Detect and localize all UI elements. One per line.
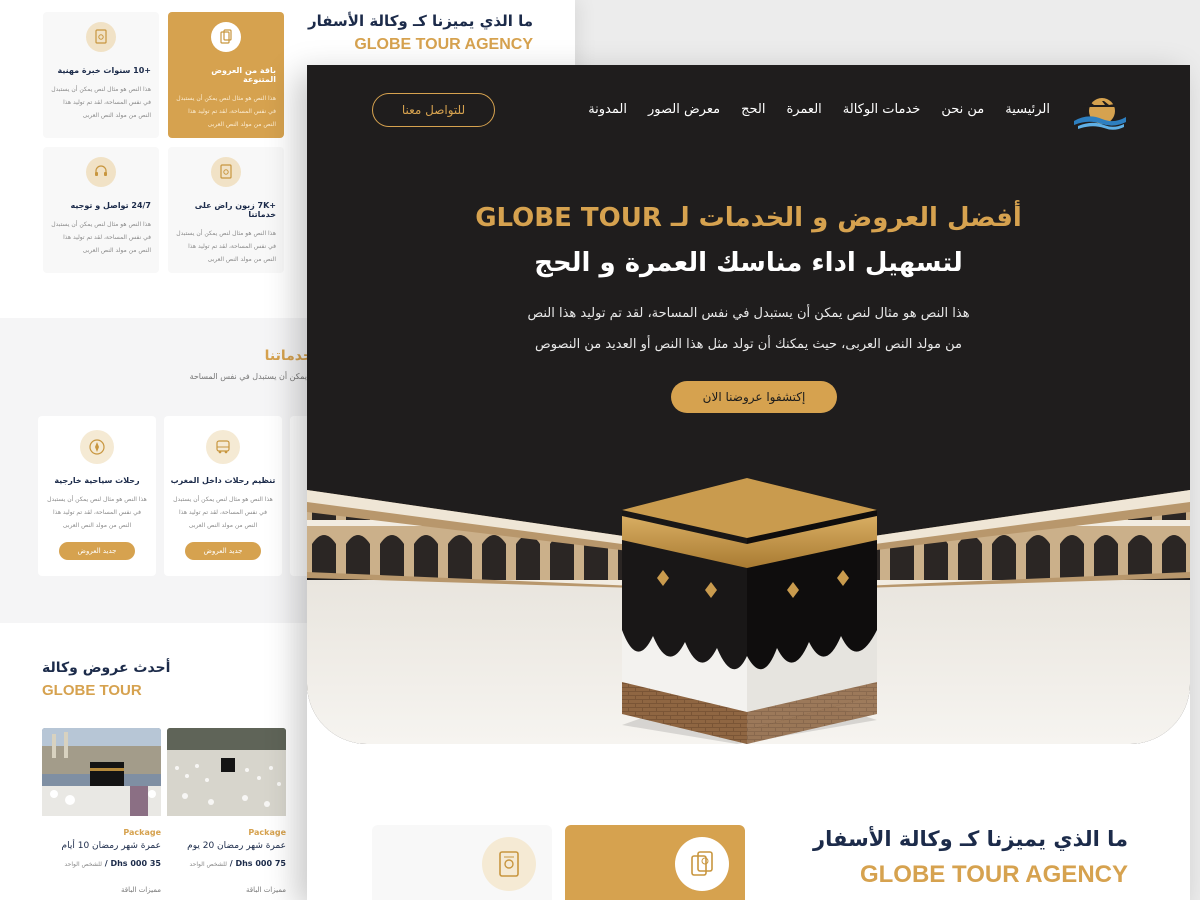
certificate-icon (86, 22, 116, 52)
main-nav: الرئيسية من نحن خدمات الوكالة العمرة الح… (588, 102, 1050, 117)
services-subtitle: يمكن أن يستبدل في نفس المساحة (189, 372, 307, 381)
compass-icon (80, 430, 114, 464)
feature-card: باقة من العروض المتنوعة هذا النص هو مثال… (168, 12, 284, 138)
feature-desc: هذا النص هو مثال لنص يمكن أن يستبدل في ن… (51, 221, 151, 254)
feature-title: +7K زبون راض على خدماتنا (194, 201, 276, 219)
nav-item-home[interactable]: الرئيسية (1005, 102, 1050, 117)
package-price-value: 75 000 Dhs / (229, 859, 286, 868)
why-brand-front: GLOBE TOUR AGENCY (859, 861, 1128, 888)
front-page-preview: الرئيسية من نحن خدمات الوكالة العمرة الح… (307, 65, 1190, 900)
service-title: تنظيم رحلات داخل المغرب (170, 476, 276, 485)
package-title: عمرة شهر رمضان 10 أيام (61, 841, 161, 851)
contact-button[interactable]: للتواصل معنا (372, 93, 495, 127)
travel-docs-icon (211, 22, 241, 52)
feature-desc: هذا النص هو مثال لنص يمكن أن يستبدل في ن… (176, 230, 276, 263)
why-brand: GLOBE TOUR AGENCY (354, 36, 533, 53)
package-card[interactable]: Package عمرة شهر رمضان 20 يوم 75 000 Dhs… (167, 728, 286, 900)
package-title: عمرة شهر رمضان 20 يوم (187, 841, 286, 851)
feature-title: +10 سنوات خبرة مهنية (57, 66, 151, 75)
package-tag: Package (123, 828, 161, 837)
package-photo-crowd (167, 728, 286, 816)
globe-tour-logo[interactable] (1068, 93, 1128, 133)
hero-title-line2: لتسهيل اداء مناسك العمرة و الحج (534, 248, 963, 278)
latest-brand: GLOBE TOUR (42, 682, 142, 699)
service-card: تنظيم رحلات داخل المغرب هذا النص هو مثال… (164, 416, 282, 576)
package-features-label: مميزات الباقة (121, 886, 161, 894)
bus-icon (206, 430, 240, 464)
hero-title-line1: أفضل العروض و الخدمات لـ GLOBE TOUR (475, 203, 1022, 233)
package-tag: Package (248, 828, 286, 837)
support-headset-icon (86, 157, 116, 187)
nav-item-services[interactable]: خدمات الوكالة (843, 102, 921, 117)
package-price: 35 000 Dhs / للشخص الواحد (42, 859, 161, 868)
feature-card: +7K زبون راض على خدماتنا هذا النص هو مثا… (168, 147, 284, 273)
package-price-value: 35 000 Dhs / (104, 859, 161, 868)
service-desc: هذا النص هو مثال لنص يمكن أن يستبدل في ن… (47, 496, 147, 529)
feature-card-preview-highlight (565, 825, 745, 900)
nav-item-gallery[interactable]: معرض الصور (648, 102, 720, 117)
why-heading: ما الذي يميزنا كـ وكالة الأسفار GLOBE TO… (308, 12, 533, 54)
feature-card: +10 سنوات خبرة مهنية هذا النص هو مثال لن… (43, 12, 159, 138)
certificate-icon (482, 837, 536, 891)
package-photo-kaaba (42, 728, 161, 816)
service-offers-button[interactable]: جديد العروض (59, 542, 135, 560)
hero-section: الرئيسية من نحن خدمات الوكالة العمرة الح… (307, 65, 1190, 744)
why-title-front: ما الذي يميزنا كـ وكالة الأسفار (812, 827, 1128, 851)
why-heading-front: ما الذي يميزنا كـ وكالة الأسفار GLOBE TO… (813, 827, 1128, 889)
nav-item-umrah[interactable]: العمرة (786, 102, 821, 117)
certificate-icon (211, 157, 241, 187)
latest-title: أحدث عروض وكالة (42, 660, 171, 676)
service-card: رحلات سياحية خارجية هذا النص هو مثال لنص… (38, 416, 156, 576)
hero-description-line2: من مولد النص العربى، حيث يمكنك أن تولد م… (535, 337, 962, 352)
package-features-label: مميزات الباقة (246, 886, 286, 894)
nav-item-about[interactable]: من نحن (941, 102, 984, 117)
package-price-note: للشخص الواحد (64, 861, 102, 868)
latest-heading: أحدث عروض وكالة GLOBE TOUR (42, 660, 182, 699)
discover-offers-button[interactable]: إكتشفوا عروضنا الان (671, 381, 837, 413)
package-card[interactable]: Package عمرة شهر رمضان 10 أيام 35 000 Dh… (42, 728, 161, 900)
travel-docs-icon (675, 837, 729, 891)
feature-title: باقة من العروض المتنوعة (211, 66, 276, 84)
feature-card-preview (372, 825, 552, 900)
feature-title: 24/7 تواصل و توجيه (70, 201, 152, 210)
kaaba-illustration (307, 478, 1190, 744)
hero-description-line1: هذا النص هو مثال لنص يمكن أن يستبدل في ن… (527, 306, 970, 321)
service-offers-button[interactable]: جديد العروض (185, 542, 261, 560)
services-title: خدماتنا (264, 348, 313, 364)
feature-card: 24/7 تواصل و توجيه هذا النص هو مثال لنص … (43, 147, 159, 273)
feature-desc: هذا النص هو مثال لنص يمكن أن يستبدل في ن… (176, 95, 276, 128)
service-desc: هذا النص هو مثال لنص يمكن أن يستبدل في ن… (173, 496, 273, 529)
service-title: رحلات سياحية خارجية (54, 476, 140, 485)
package-price-note: للشخص الواحد (189, 861, 227, 868)
why-title: ما الذي يميزنا كـ وكالة الأسفار (307, 12, 533, 30)
package-price: 75 000 Dhs / للشخص الواحد (167, 859, 286, 868)
feature-desc: هذا النص هو مثال لنص يمكن أن يستبدل في ن… (51, 86, 151, 119)
nav-item-hajj[interactable]: الحج (741, 102, 765, 117)
nav-item-blog[interactable]: المدونة (588, 102, 627, 117)
mockup-stage: ما الذي يميزنا كـ وكالة الأسفار GLOBE TO… (0, 0, 1200, 900)
